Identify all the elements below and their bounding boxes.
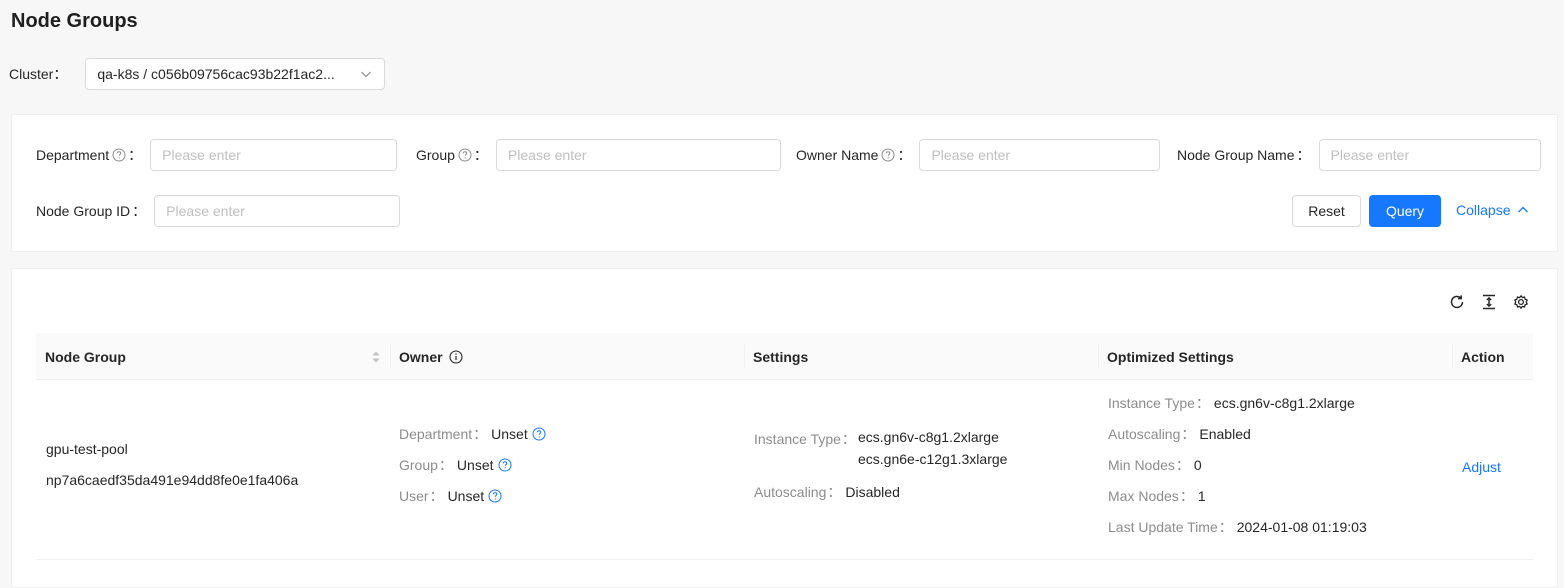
settings-autoscaling: Autoscaling： Disabled	[754, 484, 900, 500]
question-circle-icon[interactable]	[458, 148, 472, 162]
cluster-select-value: qa-k8s / c056b09756cac93b22f1ac2...	[97, 66, 335, 82]
question-circle-icon[interactable]	[488, 489, 502, 503]
department-label: Department ：	[36, 147, 143, 163]
owner-name-label: Owner Name ：	[796, 147, 912, 163]
owner-group: Group： Unset	[399, 455, 512, 475]
question-circle-icon[interactable]	[532, 427, 546, 441]
collapse-link[interactable]: Collapse	[1456, 202, 1529, 218]
optimized-autoscaling: Autoscaling： Enabled	[1108, 426, 1251, 442]
adjust-link[interactable]: Adjust	[1462, 459, 1501, 475]
node-group-name: gpu-test-pool	[46, 441, 128, 457]
info-circle-icon[interactable]	[449, 349, 463, 364]
question-circle-icon[interactable]	[498, 458, 512, 472]
node-group-id-filter: Node Group ID ：	[36, 195, 401, 227]
page-title: Node Groups	[11, 10, 138, 32]
chevron-up-icon	[1518, 206, 1529, 213]
owner-department: Department： Unset	[399, 424, 546, 444]
optimized-instance-type: Instance Type： ecs.gn6v-c8g1.2xlarge	[1108, 395, 1355, 411]
question-circle-icon[interactable]	[881, 148, 895, 162]
settings-instance-type-value: ecs.gn6e-c12g1.3xlarge	[858, 451, 1008, 467]
group-label: Group ：	[416, 147, 488, 163]
node-group-id-label: Node Group ID ：	[36, 203, 147, 219]
column-header-settings: Settings	[753, 348, 809, 365]
optimized-min-nodes: Min Nodes： 0	[1108, 457, 1202, 473]
column-divider	[1098, 345, 1099, 367]
question-circle-icon[interactable]	[112, 148, 126, 162]
node-group-name-input[interactable]	[1318, 139, 1541, 171]
query-button[interactable]: Query	[1369, 195, 1441, 227]
table-header: Node Group Owner Settings Optimized Sett…	[36, 333, 1533, 380]
owner-name-input[interactable]	[919, 139, 1161, 171]
node-group-name-label: Node Group Name ：	[1177, 147, 1311, 163]
optimized-last-update-time: Last Update Time： 2024-01-08 01:19:03	[1108, 519, 1367, 535]
column-header-action: Action	[1461, 348, 1505, 365]
column-header-node-group[interactable]: Node Group	[45, 333, 126, 380]
column-divider	[390, 345, 391, 367]
column-header-optimized-settings: Optimized Settings	[1107, 348, 1234, 365]
settings-instance-type-value: ecs.gn6v-c8g1.2xlarge	[858, 429, 999, 445]
column-divider	[744, 345, 745, 367]
cluster-label: Cluster：	[9, 66, 68, 82]
owner-name-filter: Owner Name ：	[796, 139, 1161, 171]
sort-icon[interactable]	[371, 349, 381, 365]
reload-icon[interactable]	[1448, 293, 1466, 311]
table-row: gpu-test-pool np7a6caedf35da491e94dd8fe0…	[36, 380, 1533, 560]
reset-button[interactable]: Reset	[1292, 195, 1361, 227]
cluster-select[interactable]: qa-k8s / c056b09756cac93b22f1ac2...	[85, 58, 386, 90]
group-input[interactable]	[495, 139, 781, 171]
settings-instance-type: Instance Type：	[754, 431, 856, 447]
column-divider	[1452, 345, 1453, 367]
node-group-id: np7a6caedf35da491e94dd8fe0e1fa406a	[46, 472, 299, 488]
department-input[interactable]	[150, 139, 398, 171]
node-group-name-filter: Node Group Name ：	[1177, 139, 1541, 171]
cluster-filter: Cluster： qa-k8s / c056b09756cac93b22f1ac…	[9, 58, 386, 90]
node-group-id-input[interactable]	[154, 195, 401, 227]
chevron-down-icon	[361, 71, 372, 78]
optimized-max-nodes: Max Nodes： 1	[1108, 488, 1206, 504]
filter-panel: Department ： Group ： Owner Name ： Node G…	[11, 114, 1558, 252]
department-filter: Department ：	[36, 139, 398, 171]
setting-icon[interactable]	[1512, 293, 1530, 311]
node-group-table-card: Node Group Owner Settings Optimized Sett…	[11, 268, 1558, 588]
owner-user: User： Unset	[399, 486, 502, 506]
column-height-icon[interactable]	[1480, 293, 1498, 311]
column-header-owner: Owner	[399, 333, 463, 380]
group-filter: Group ：	[416, 139, 781, 171]
collapse-label: Collapse	[1456, 202, 1511, 218]
